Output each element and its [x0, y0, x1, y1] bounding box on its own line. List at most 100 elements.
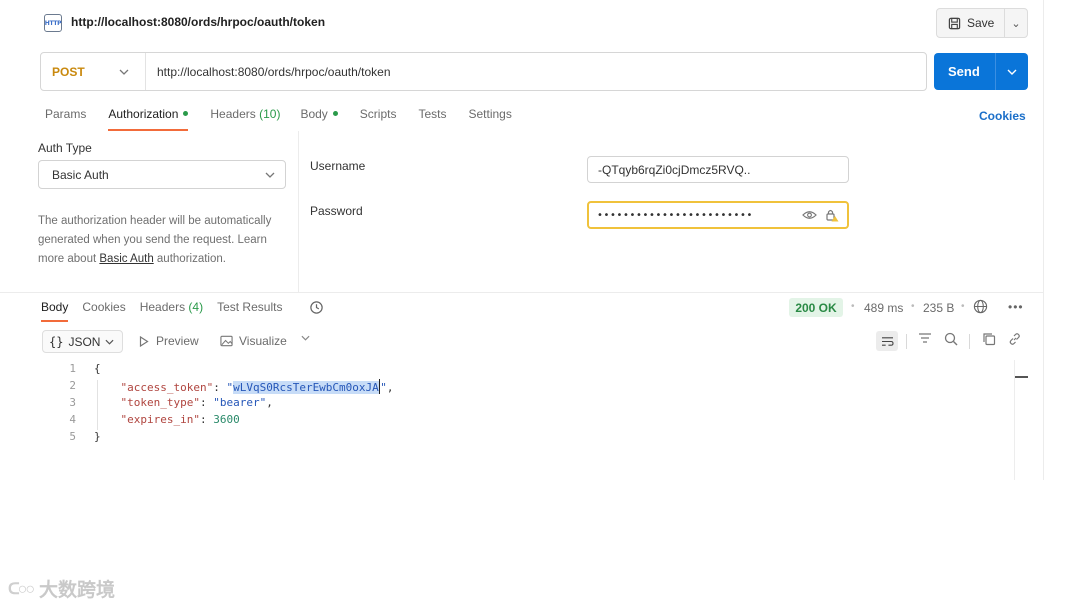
- request-tabs: Params Authorization Headers (10) Body S…: [45, 107, 534, 131]
- active-dot-icon: [183, 111, 189, 116]
- save-button-group: Save ⌄: [936, 8, 1028, 38]
- search-icon[interactable]: [944, 332, 958, 346]
- wrap-lines-icon[interactable]: [876, 331, 898, 351]
- globe-icon[interactable]: [973, 299, 988, 314]
- method-label: POST: [52, 64, 85, 79]
- auth-type-select[interactable]: Basic Auth: [38, 160, 286, 189]
- visualize-label: Visualize: [239, 334, 287, 348]
- json-number: 3600: [213, 413, 240, 426]
- send-dropdown-button[interactable]: [996, 69, 1028, 75]
- play-icon: [139, 335, 149, 347]
- tab-tests[interactable]: Tests: [418, 107, 446, 131]
- meta-separator: •: [851, 301, 855, 312]
- eye-icon[interactable]: [802, 210, 817, 220]
- tab-params[interactable]: Params: [45, 107, 86, 131]
- history-icon[interactable]: [309, 300, 324, 315]
- meta-separator: •: [911, 301, 915, 312]
- code-text: "expires_in": 3600: [120, 413, 240, 426]
- scrollbar-thumb[interactable]: [1015, 376, 1028, 378]
- filter-icon[interactable]: [918, 332, 932, 344]
- json-key: "access_token": [120, 381, 214, 394]
- tab-label: Test Results: [217, 300, 283, 314]
- tab-scripts[interactable]: Scripts: [360, 107, 397, 131]
- chevron-down-icon: [265, 172, 275, 178]
- tab-test-results[interactable]: Test Results: [217, 300, 282, 322]
- password-input[interactable]: ••••••••••••••••••••••••: [587, 201, 849, 229]
- response-body-code[interactable]: 1 { 2 "access_token": "wLVqS0RcsTerEwbCm0…: [60, 362, 394, 447]
- tab-count: (10): [259, 107, 281, 121]
- copy-icon[interactable]: [982, 332, 996, 346]
- line-number: 4: [69, 413, 76, 426]
- basic-auth-link[interactable]: Basic Auth: [99, 253, 153, 265]
- tab-response-body[interactable]: Body: [41, 300, 69, 322]
- password-label: Password: [310, 204, 363, 218]
- tab-label: Headers: [210, 107, 256, 121]
- send-button-group: Send: [934, 53, 1028, 90]
- tab-label: Body: [41, 300, 69, 314]
- watermark-text: 大数跨境: [39, 580, 116, 601]
- chevron-down-icon[interactable]: [301, 335, 310, 341]
- code-text: "access_token": "wLVqS0RcsTerEwbCm0oxJA "…: [120, 379, 394, 394]
- response-size[interactable]: 235 B: [923, 301, 954, 315]
- code-text: "token_type": "bearer",: [120, 396, 273, 409]
- auth-description-text: authorization.: [153, 253, 226, 265]
- url-input[interactable]: [146, 64, 846, 79]
- meta-separator: •: [961, 301, 965, 312]
- chevron-down-icon: ⌄: [1011, 17, 1021, 30]
- auth-type-label: Auth Type: [38, 141, 92, 155]
- scrollbar-track[interactable]: [1014, 360, 1015, 480]
- json-key: "expires_in": [120, 413, 200, 426]
- code-text: {: [94, 362, 101, 375]
- cookies-link[interactable]: Cookies: [979, 109, 1026, 123]
- response-time[interactable]: 489 ms: [864, 301, 903, 315]
- lock-warning-icon[interactable]: [825, 208, 839, 222]
- response-format-select[interactable]: {} JSON: [42, 330, 123, 353]
- selected-token-text: wLVqS0RcsTerEwbCm0oxJA: [233, 381, 379, 394]
- tab-authorization[interactable]: Authorization: [108, 107, 189, 131]
- visualize-button[interactable]: Visualize: [220, 334, 287, 348]
- request-title: http://localhost:8080/ords/hrpoc/oauth/t…: [71, 15, 326, 29]
- more-options-icon[interactable]: •••: [1008, 300, 1024, 314]
- line-number: 1: [69, 362, 76, 375]
- username-label: Username: [310, 159, 366, 173]
- window-edge: [1043, 0, 1044, 480]
- line-number: 2: [69, 379, 76, 392]
- line-number: 5: [69, 430, 76, 443]
- toolbar-divider: [969, 334, 970, 349]
- status-badge[interactable]: 200 OK: [789, 298, 843, 317]
- tab-label: Params: [45, 107, 87, 121]
- http-request-icon: HTTP: [44, 14, 62, 32]
- code-line: 5}: [60, 430, 394, 447]
- tab-response-cookies[interactable]: Cookies: [82, 300, 125, 322]
- username-input[interactable]: [587, 156, 849, 183]
- tab-label: Scripts: [359, 107, 397, 121]
- json-string: "wLVqS0RcsTerEwbCm0oxJA ": [226, 379, 387, 394]
- tab-label: Headers: [139, 300, 186, 314]
- save-label: Save: [967, 16, 995, 30]
- chevron-down-icon: [1007, 69, 1017, 75]
- tab-settings[interactable]: Settings: [469, 107, 512, 131]
- tab-response-headers[interactable]: Headers (4): [140, 300, 203, 322]
- save-dropdown-button[interactable]: ⌄: [1005, 17, 1027, 30]
- tab-count: (4): [188, 300, 204, 314]
- code-line: 3 "token_type": "bearer",: [60, 396, 394, 413]
- section-divider: [0, 292, 1043, 293]
- save-icon: [948, 17, 961, 29]
- method-select[interactable]: POST: [41, 53, 146, 90]
- tab-label: Tests: [418, 107, 447, 121]
- tab-label: Settings: [468, 107, 512, 121]
- link-icon[interactable]: [1008, 332, 1022, 346]
- save-button[interactable]: Save: [937, 9, 1005, 37]
- line-number: 3: [69, 396, 76, 409]
- tab-headers[interactable]: Headers (10): [210, 107, 280, 131]
- url-bar: POST: [40, 52, 927, 91]
- tab-label: Cookies: [82, 300, 126, 314]
- send-button[interactable]: Send: [934, 53, 996, 90]
- tab-body[interactable]: Body: [300, 107, 338, 131]
- tab-label: Authorization: [108, 107, 179, 121]
- preview-button[interactable]: Preview: [139, 334, 199, 348]
- auth-description: The authorization header will be automat…: [38, 212, 288, 269]
- code-text: }: [94, 430, 101, 443]
- auth-type-value: Basic Auth: [52, 167, 109, 182]
- json-string: "bearer": [213, 396, 267, 409]
